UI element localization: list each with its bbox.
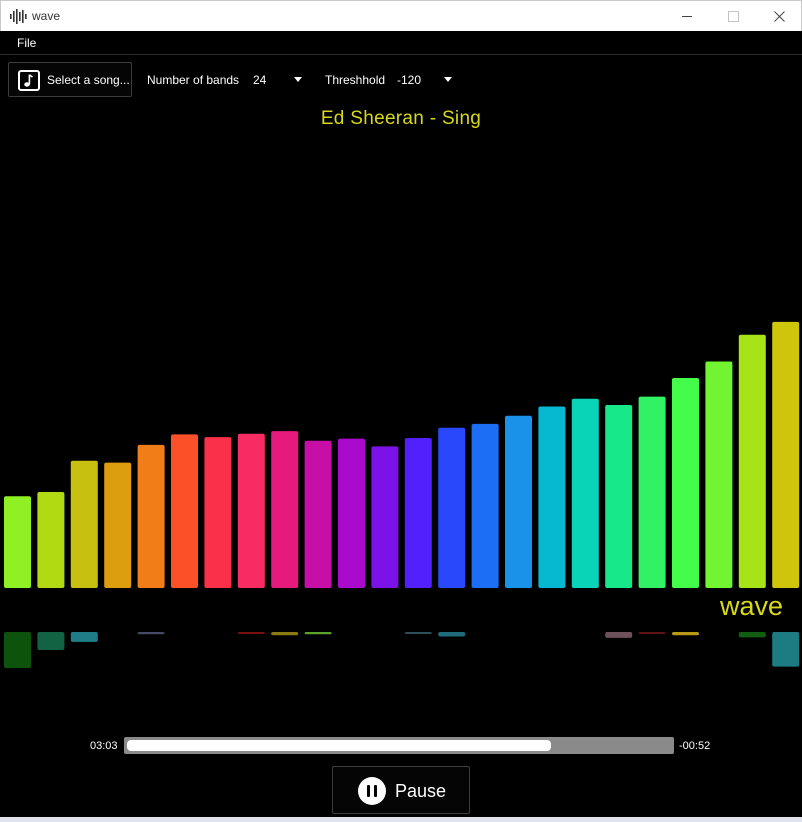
threshold-label: Threshhold	[325, 73, 386, 87]
spectrum-bar	[705, 361, 733, 588]
spectrum-bar	[4, 496, 31, 588]
reflection-bar	[4, 632, 31, 668]
reflection-bar	[438, 632, 466, 637]
threshold-value: -120	[397, 73, 422, 87]
spectrum-bar	[404, 438, 432, 588]
bottom-edge	[0, 817, 802, 822]
progress-slider[interactable]	[124, 737, 674, 754]
dropdown-arrow-icon	[444, 77, 452, 82]
window-title-bar: wave	[0, 0, 802, 31]
spectrum-bar	[104, 462, 132, 588]
reflection-bar	[237, 632, 265, 634]
wave-watermark: wave	[720, 591, 784, 621]
maximize-button[interactable]	[711, 1, 757, 32]
minimize-button[interactable]	[665, 1, 711, 32]
pause-label: Pause	[395, 781, 447, 801]
spectrum-bar	[538, 406, 566, 588]
bands-value: 24	[253, 73, 267, 87]
spectrum-bar	[37, 492, 65, 588]
dropdown-arrow-icon	[294, 77, 302, 82]
close-button[interactable]	[757, 1, 802, 32]
spectrum-bar	[137, 444, 165, 588]
spectrum-reflection	[4, 632, 800, 668]
reflection-bar	[271, 632, 299, 636]
music-note-icon	[18, 70, 40, 91]
spectrum-bar	[471, 423, 499, 588]
menu-file[interactable]: File	[10, 31, 43, 55]
reflection-bar	[638, 632, 666, 634]
reflection-bar	[672, 632, 699, 636]
spectrum-bar	[605, 405, 633, 588]
spectrum-bar	[505, 415, 532, 588]
reflection-bar	[37, 632, 65, 650]
spectrum-bar	[237, 433, 265, 588]
spectrum-bar	[638, 396, 666, 588]
spectrum-bar	[738, 334, 766, 588]
reflection-bar	[304, 632, 332, 635]
elapsed-time: 03:03	[90, 740, 118, 752]
spectrum-bar	[204, 437, 232, 588]
threshold-dropdown[interactable]: -120	[397, 66, 455, 94]
spectrum-bar	[338, 438, 365, 588]
bands-label: Number of bands	[147, 73, 240, 87]
pause-button[interactable]: Pause	[332, 766, 470, 814]
close-icon	[774, 11, 785, 22]
reflection-bar	[738, 632, 766, 638]
select-song-button[interactable]: Select a song...	[8, 62, 132, 97]
spectrum-bar	[304, 440, 332, 588]
spectrum-bar	[171, 434, 198, 588]
select-song-label: Select a song...	[47, 73, 130, 87]
spectrum-bar	[571, 398, 599, 588]
window-title: wave	[32, 9, 61, 23]
menu-bar: File	[0, 31, 802, 55]
spectrum-bar	[772, 321, 800, 588]
spectrum-bar	[70, 460, 98, 588]
waveform-icon	[10, 9, 27, 24]
spectrum-bar	[371, 446, 399, 588]
spectrum-bar	[672, 378, 699, 588]
spectrum-visualizer	[4, 321, 800, 588]
remaining-time: -00:52	[679, 740, 711, 752]
reflection-bar	[137, 632, 165, 635]
reflection-bar	[772, 632, 800, 667]
reflection-bar	[605, 632, 633, 638]
maximize-icon	[728, 11, 739, 22]
reflection-bar	[404, 632, 432, 634]
song-title: Ed Sheeran - Sing	[320, 108, 482, 129]
minimize-icon	[682, 16, 692, 17]
progress-fill	[127, 740, 551, 751]
spectrum-bar	[438, 427, 466, 588]
spectrum-bar	[271, 431, 299, 588]
bands-dropdown[interactable]: 24	[253, 66, 305, 94]
pause-icon	[358, 777, 386, 805]
reflection-bar	[70, 632, 98, 642]
